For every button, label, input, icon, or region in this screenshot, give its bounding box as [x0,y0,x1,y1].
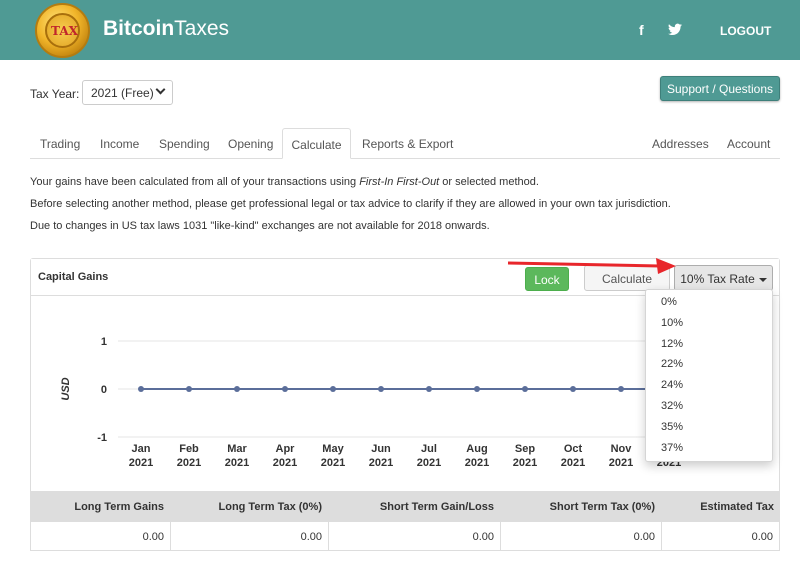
logout-link[interactable]: LOGOUT [720,24,771,38]
x-tick-month: Feb [179,443,199,455]
data-point [570,386,576,392]
tax-rate-dropdown-menu: 0% 10% 12% 22% 24% 32% 35% 37% [645,289,773,462]
tab-spending[interactable]: Spending [159,128,210,159]
data-point [234,386,240,392]
x-tick-month: Oct [564,443,583,455]
chevron-down-icon [155,84,166,95]
y-tick-label: 0 [101,384,107,396]
x-tick-month: Aug [466,443,487,455]
summary-values-row: 0.00 0.00 0.00 0.00 0.00 [30,522,780,551]
long-term-gains-header: Long Term Gains [74,501,164,513]
facebook-icon[interactable]: f [639,22,644,38]
short-term-tax-header: Short Term Tax (0%) [549,501,655,513]
x-tick-month: Jun [371,443,391,455]
tab-income[interactable]: Income [100,128,139,159]
top-navbar: TAX BitcoinTaxes f LOGOUT [0,0,800,60]
x-tick-month: May [322,443,344,455]
data-point [378,386,384,392]
x-tick-month: Mar [227,443,247,455]
x-tick-year: 2021 [417,457,441,469]
data-point [618,386,624,392]
tax-rate-dropdown-button[interactable]: 10% Tax Rate [674,265,773,291]
x-tick-month: Jan [132,443,151,455]
short-term-tax-value: 0.00 [500,522,661,550]
method-name: First-In First-Out [359,176,440,188]
y-axis-label: USD [60,377,72,400]
long-term-tax-header: Long Term Tax (0%) [218,501,323,513]
estimated-tax-header: Estimated Tax [700,501,774,513]
data-point [282,386,288,392]
tax-rate-option[interactable]: 10% [646,314,772,335]
x-tick-year: 2021 [177,457,201,469]
long-term-gains-value: 0.00 [30,522,170,550]
method-note-prefix: Your gains have been calculated from all… [30,176,360,188]
x-tick-month: Apr [276,443,296,455]
data-point [426,386,432,392]
tax-rate-option[interactable]: 32% [646,397,772,418]
tax-year-label: Tax Year: [30,87,80,101]
tax-rate-option[interactable]: 0% [646,293,772,314]
tax-rate-option[interactable]: 37% [646,439,772,460]
brand-name-bold: Bitcoin [103,17,175,40]
y-tick-label: 1 [101,336,107,348]
lock-button[interactable]: Lock [525,267,569,291]
tax-rate-option[interactable]: 12% [646,335,772,356]
tab-account[interactable]: Account [727,128,770,159]
bitcoin-taxes-logo[interactable]: TAX [35,3,90,58]
x-tick-year: 2021 [225,457,249,469]
data-point [330,386,336,392]
main-tabs: Trading Income Spending Opening Calculat… [30,128,780,159]
x-tick-year: 2021 [369,457,393,469]
x-tick-year: 2021 [561,457,585,469]
summary-header-row: Long Term Gains Long Term Tax (0%) Short… [30,491,780,522]
x-tick-year: 2021 [321,457,345,469]
legal-advice-note: Before selecting another method, please … [30,198,671,210]
tab-addresses[interactable]: Addresses [652,128,709,159]
short-term-gain-value: 0.00 [328,522,500,550]
x-tick-year: 2021 [273,457,297,469]
method-note-suffix: or selected method. [439,176,539,188]
x-tick-month: Nov [611,443,633,455]
data-point [186,386,192,392]
tax-rate-option[interactable]: 24% [646,376,772,397]
y-tick-label: -1 [97,432,107,444]
calculate-button[interactable]: Calculate [584,265,670,291]
calculation-method-note: Your gains have been calculated from all… [30,176,539,188]
data-point [522,386,528,392]
tax-year-selected-value: 2021 (Free) [91,86,154,100]
x-tick-year: 2021 [129,457,153,469]
tab-reports-export[interactable]: Reports & Export [362,128,453,159]
estimated-tax-value: 0.00 [661,522,780,550]
caret-down-icon [758,277,767,282]
logo-coin-icon: TAX [45,13,80,48]
tab-calculate[interactable]: Calculate [282,128,351,159]
x-tick-year: 2021 [465,457,489,469]
x-tick-month: Jul [421,443,437,455]
long-term-tax-value: 0.00 [170,522,328,550]
brand-name-rest: Taxes [174,17,230,40]
short-term-gain-header: Short Term Gain/Loss [379,501,494,513]
brand-name[interactable]: BitcoinTaxes [103,17,229,41]
tax-year-select[interactable]: 2021 (Free) [82,80,173,105]
x-tick-year: 2021 [513,457,537,469]
tax-rate-option[interactable]: 22% [646,355,772,376]
support-questions-button[interactable]: Support / Questions [660,76,780,101]
tab-trading[interactable]: Trading [40,128,80,159]
twitter-icon[interactable] [668,23,682,36]
tax-rate-option[interactable]: 35% [646,418,772,439]
data-point [138,386,144,392]
panel-title: Capital Gains [38,271,109,283]
data-point [474,386,480,392]
like-kind-note: Due to changes in US tax laws 1031 "like… [30,220,490,232]
logo-text: TAX [51,24,78,38]
x-tick-month: Sep [515,443,535,455]
tab-opening[interactable]: Opening [228,128,273,159]
tax-rate-button-label: 10% Tax Rate [680,272,755,286]
summary-table: Long Term Gains Long Term Tax (0%) Short… [30,491,780,551]
x-tick-year: 2021 [609,457,633,469]
